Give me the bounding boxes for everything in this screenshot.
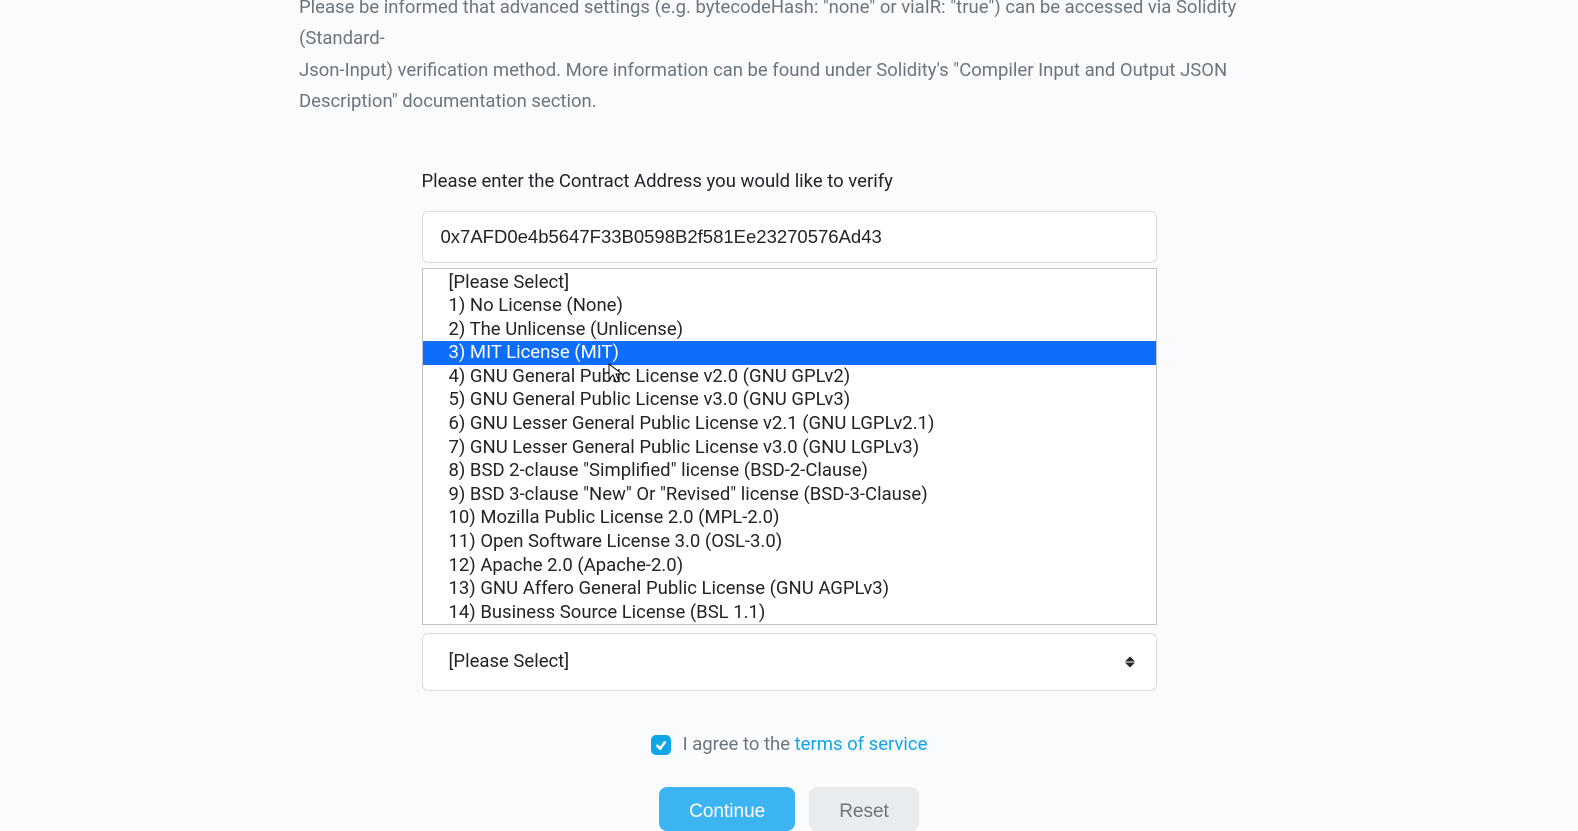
license-option[interactable]: 6) GNU Lesser General Public License v2.… — [423, 412, 1156, 436]
compiler-select[interactable]: [Please Select] — [422, 633, 1157, 691]
license-option[interactable]: 2) The Unlicense (Unlicense) — [423, 318, 1156, 342]
license-option[interactable]: 12) Apache 2.0 (Apache-2.0) — [423, 554, 1156, 578]
license-option[interactable]: 1) No License (None) — [423, 294, 1156, 318]
license-option[interactable]: 10) Mozilla Public License 2.0 (MPL-2.0) — [423, 506, 1156, 530]
info-text: Json-Input) verification method. More in… — [239, 55, 1339, 118]
contract-address-input[interactable] — [422, 211, 1157, 263]
license-listbox[interactable]: [Please Select]1) No License (None)2) Th… — [422, 268, 1157, 626]
license-option[interactable]: 11) Open Software License 3.0 (OSL-3.0) — [423, 530, 1156, 554]
license-option[interactable]: 14) Business Source License (BSL 1.1) — [423, 601, 1156, 625]
reset-button[interactable]: Reset — [809, 787, 919, 831]
agree-text: I agree to the — [683, 733, 795, 755]
license-option[interactable]: 9) BSD 3-clause "New" Or "Revised" licen… — [423, 483, 1156, 507]
license-option[interactable]: 4) GNU General Public License v2.0 (GNU … — [423, 365, 1156, 389]
license-option[interactable]: 3) MIT License (MIT) — [423, 341, 1156, 365]
check-icon — [654, 738, 668, 752]
agree-checkbox[interactable] — [651, 735, 671, 755]
license-option[interactable]: 13) GNU Affero General Public License (G… — [423, 577, 1156, 601]
continue-button[interactable]: Continue — [659, 787, 795, 831]
contract-address-label: Please enter the Contract Address you wo… — [422, 168, 1157, 196]
license-option[interactable]: 7) GNU Lesser General Public License v3.… — [423, 436, 1156, 460]
tos-link[interactable]: terms of service — [795, 733, 928, 755]
license-option[interactable]: 5) GNU General Public License v3.0 (GNU … — [423, 388, 1156, 412]
license-option[interactable]: [Please Select] — [423, 269, 1156, 295]
info-text-partial: Please be informed that advanced setting… — [239, 0, 1339, 55]
license-option[interactable]: 8) BSD 2-clause "Simplified" license (BS… — [423, 459, 1156, 483]
